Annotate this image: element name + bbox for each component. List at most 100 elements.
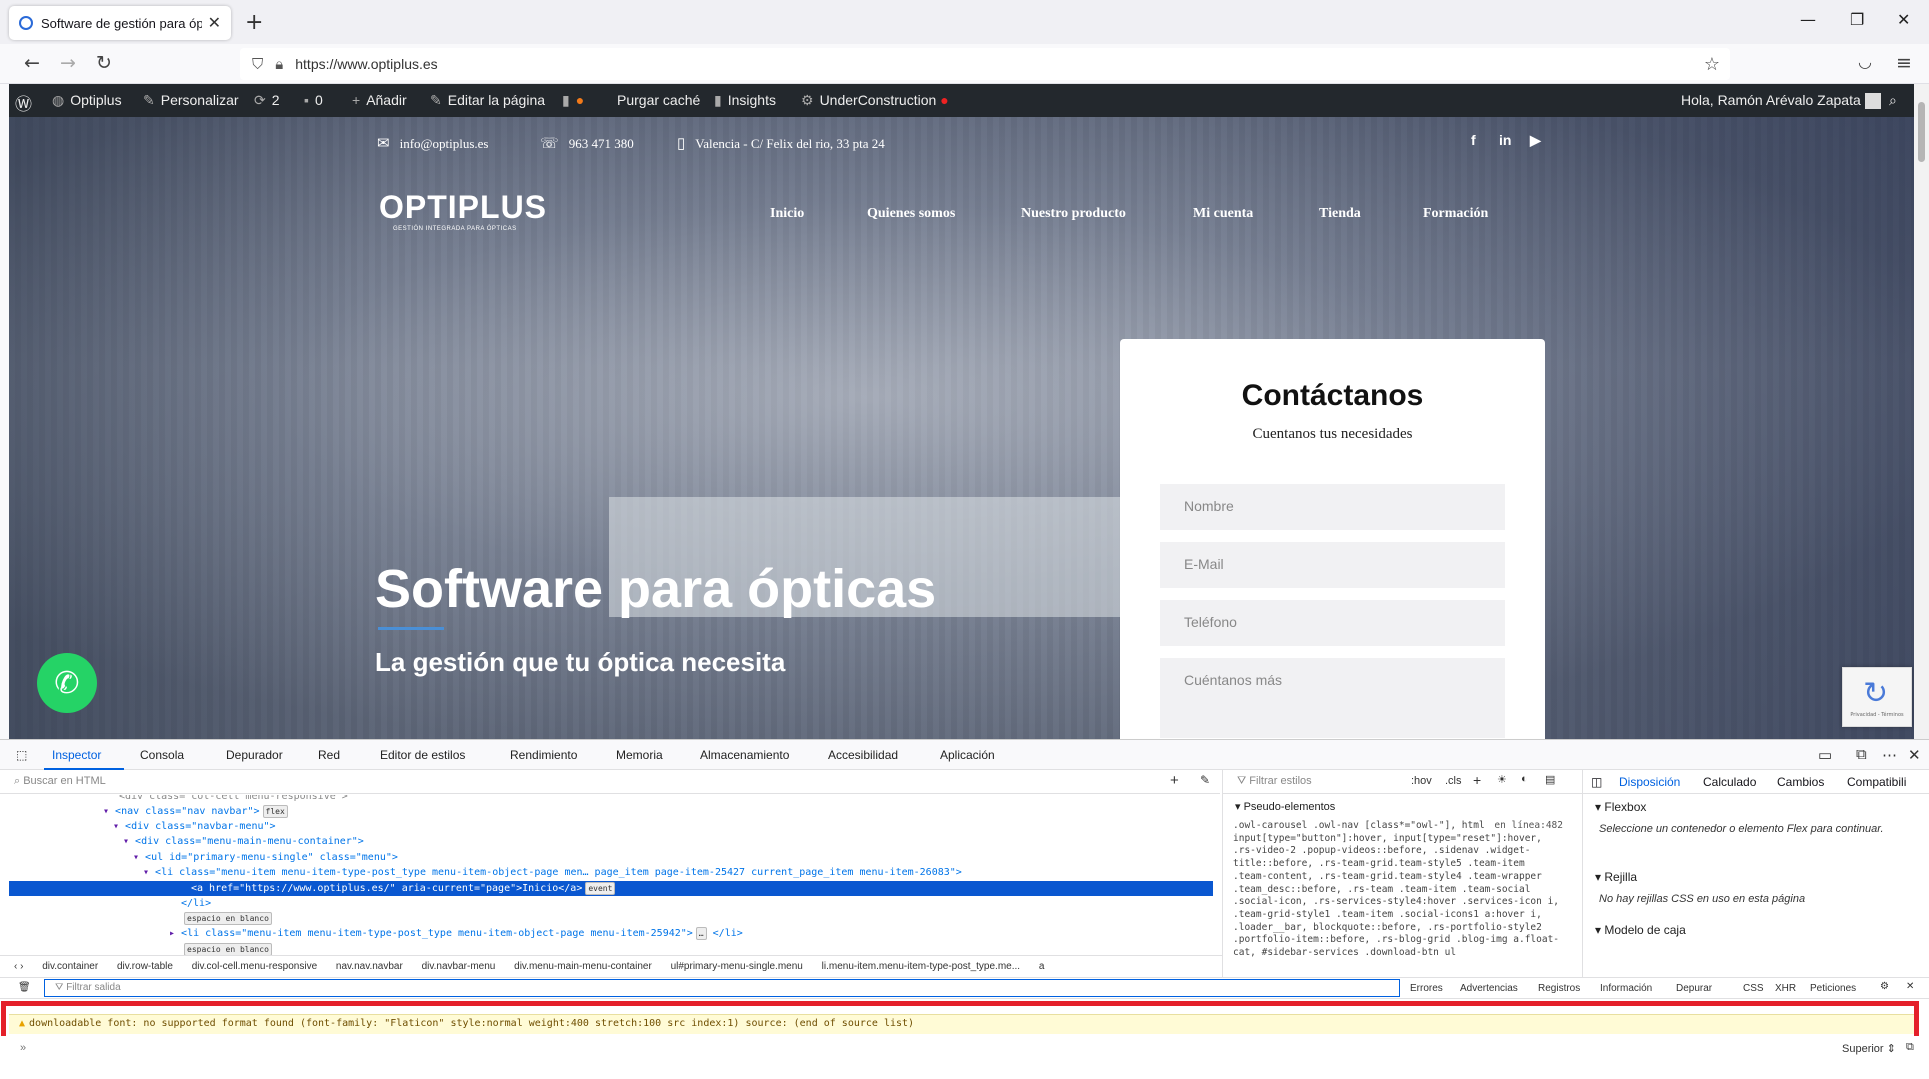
tab-rendimiento[interactable]: Rendimiento: [510, 748, 577, 762]
console-settings-icon[interactable]: ⚙: [1880, 981, 1889, 992]
tab-aplicacion[interactable]: Aplicación: [940, 748, 995, 762]
recaptcha-badge[interactable]: ↻ Privacidad - Términos: [1842, 667, 1912, 727]
close-devtools-icon[interactable]: ✕: [1908, 746, 1921, 764]
site-logo[interactable]: OPTIPLUS GESTIÓN INTEGRADA PARA ÓPTICAS: [379, 189, 547, 232]
name-field[interactable]: Nombre: [1160, 484, 1505, 530]
hov-toggle[interactable]: :hov: [1411, 775, 1432, 787]
tree-node[interactable]: ▾ <div class="menu-main-menu-container">: [123, 834, 364, 849]
restore-icon[interactable]: ❐: [1850, 10, 1864, 29]
trash-icon[interactable]: 🗑︎: [18, 982, 31, 993]
tab-disposicion[interactable]: Disposición: [1619, 775, 1680, 789]
url-bar[interactable]: ⛉ 🔒︎ https://www.optiplus.es ☆: [240, 48, 1730, 80]
tree-node[interactable]: ▾ <nav class="nav navbar"> flex: [103, 804, 288, 819]
tab-compatibilidad[interactable]: Compatibili: [1847, 775, 1906, 789]
breadcrumb-item[interactable]: nav.nav.navbar: [336, 961, 403, 972]
tab-memoria[interactable]: Memoria: [616, 748, 663, 762]
tree-node[interactable]: </li>: [181, 896, 211, 911]
breadcrumb-item[interactable]: div.container: [42, 961, 98, 972]
menu-mi-cuenta[interactable]: Mi cuenta: [1193, 206, 1253, 222]
breadcrumb-item[interactable]: div.menu-main-menu-container: [514, 961, 652, 972]
sidebar-toggle-icon[interactable]: ◫: [1591, 775, 1602, 789]
shield-icon[interactable]: ⛉: [252, 55, 263, 73]
menu-tienda[interactable]: Tienda: [1319, 206, 1361, 222]
wp-purge-link[interactable]: Purgar caché: [617, 92, 700, 108]
tree-node[interactable]: ▾ <ul id="primary-menu-single" class="me…: [133, 850, 398, 865]
tab-depurador[interactable]: Depurador: [226, 748, 283, 762]
css-rule[interactable]: en línea:482 .owl-carousel .owl-nav [clas…: [1233, 820, 1563, 960]
menu-quienes-somos[interactable]: Quienes somos: [867, 206, 955, 222]
menu-inicio[interactable]: Inicio: [770, 206, 804, 222]
tree-node[interactable]: ▾ <div class="navbar-menu">: [113, 819, 276, 834]
reload-icon[interactable]: ↻: [96, 52, 112, 74]
lock-icon[interactable]: 🔒︎: [275, 55, 283, 73]
wp-underconstruction-link[interactable]: ⚙ UnderConstruction ●: [801, 92, 949, 109]
dark-theme-icon[interactable]: ◐: [1521, 773, 1528, 785]
tab-red[interactable]: Red: [318, 748, 340, 762]
console-warning[interactable]: ▲ downloadable font: no supported format …: [9, 1014, 1914, 1034]
filter-xhr[interactable]: XHR: [1775, 983, 1796, 994]
breadcrumb-back-icon[interactable]: ‹ ›: [14, 961, 23, 972]
scrollbar-thumb[interactable]: [1918, 102, 1925, 162]
wp-edit-link[interactable]: ✎ Editar la página: [430, 92, 545, 109]
filter-registros[interactable]: Registros: [1538, 983, 1580, 994]
close-window-icon[interactable]: ✕: [1897, 10, 1910, 29]
forward-icon[interactable]: →: [60, 52, 76, 74]
close-console-icon[interactable]: ✕: [1906, 981, 1914, 992]
light-theme-icon[interactable]: ☀: [1497, 773, 1507, 786]
new-tab-icon[interactable]: +: [245, 10, 263, 35]
eyedropper-icon[interactable]: ✎: [1200, 773, 1210, 787]
responsive-icon[interactable]: ⧉: [1856, 746, 1867, 763]
pocket-icon[interactable]: ◡: [1858, 52, 1872, 71]
page-scrollbar[interactable]: [1914, 84, 1929, 739]
filter-css[interactable]: CSS: [1743, 983, 1764, 994]
wp-account-link[interactable]: Hola, Ramón Arévalo Zapata: [1681, 92, 1881, 110]
facebook-icon[interactable]: f: [1471, 132, 1476, 148]
breadcrumb-item[interactable]: li.menu-item.menu-item-type-post_type.me…: [822, 961, 1020, 972]
flexbox-section[interactable]: ▾ Flexbox: [1595, 800, 1646, 814]
close-tab-icon[interactable]: ✕: [208, 13, 221, 33]
filter-advertencias[interactable]: Advertencias: [1460, 983, 1518, 994]
phone-info[interactable]: ☏ 963 471 380: [540, 134, 634, 153]
tab-cambios[interactable]: Cambios: [1777, 775, 1824, 789]
whatsapp-icon[interactable]: ✆: [37, 653, 97, 713]
print-icon[interactable]: ▤: [1545, 773, 1555, 786]
html-search-input[interactable]: ⌕ Buscar en HTML + ✎: [0, 770, 1220, 794]
minimize-icon[interactable]: —: [1800, 10, 1816, 29]
styles-filter-input[interactable]: ⛛ Filtrar estilos :hov .cls + ☀ ◐ ▤: [1223, 770, 1583, 794]
tab-consola[interactable]: Consola: [140, 748, 184, 762]
wp-insights-link[interactable]: ▮ Insights: [714, 92, 776, 109]
tab-almacenamiento[interactable]: Almacenamiento: [700, 748, 789, 762]
tab-inspector[interactable]: Inspector: [52, 748, 101, 762]
menu-formacion[interactable]: Formación: [1423, 206, 1488, 222]
tree-node[interactable]: <div class="col-cell menu-responsive">: [119, 795, 348, 804]
breadcrumb-item[interactable]: ul#primary-menu-single.menu: [671, 961, 803, 972]
tree-node-selected[interactable]: <a href="https://www.optiplus.es/" aria-…: [9, 881, 1213, 896]
context-selector[interactable]: Superior ⇕: [1842, 1042, 1896, 1055]
wp-add-link[interactable]: + Añadir: [352, 92, 407, 108]
flex-badge[interactable]: flex: [262, 805, 288, 818]
linkedin-icon[interactable]: in: [1499, 132, 1511, 148]
tab-calculado[interactable]: Calculado: [1703, 775, 1756, 789]
filter-errores[interactable]: Errores: [1410, 983, 1443, 994]
add-rule-icon[interactable]: +: [1473, 772, 1481, 788]
dock-icon[interactable]: ▭: [1818, 746, 1832, 764]
prompt-icon[interactable]: »: [20, 1042, 26, 1054]
bookmark-star-icon[interactable]: ☆: [1704, 54, 1720, 75]
filter-peticiones[interactable]: Peticiones: [1810, 983, 1856, 994]
filter-depurar[interactable]: Depurar: [1676, 983, 1712, 994]
wp-updates-link[interactable]: ⟳ 2: [254, 92, 280, 109]
message-field[interactable]: Cuéntanos más: [1160, 658, 1505, 738]
tab-accesibilidad[interactable]: Accesibilidad: [828, 748, 898, 762]
yoast-icon[interactable]: ▮ ●: [562, 92, 584, 109]
wp-comments-link[interactable]: ▪ 0: [304, 92, 323, 108]
event-badge[interactable]: event: [585, 882, 616, 895]
back-icon[interactable]: ←: [24, 52, 40, 74]
pseudo-elements-toggle[interactable]: ▾ Pseudo-elementos: [1235, 800, 1335, 813]
picker-icon[interactable]: ⬚: [16, 748, 27, 762]
add-node-icon[interactable]: +: [1170, 772, 1179, 789]
breadcrumb-item[interactable]: div.col-cell.menu-responsive: [192, 961, 317, 972]
browser-tab[interactable]: Software de gestión para óptica ✕: [9, 6, 231, 40]
menu-nuestro-producto[interactable]: Nuestro producto: [1021, 206, 1126, 222]
breadcrumb-item[interactable]: div.navbar-menu: [422, 961, 496, 972]
filter-informacion[interactable]: Información: [1600, 983, 1652, 994]
